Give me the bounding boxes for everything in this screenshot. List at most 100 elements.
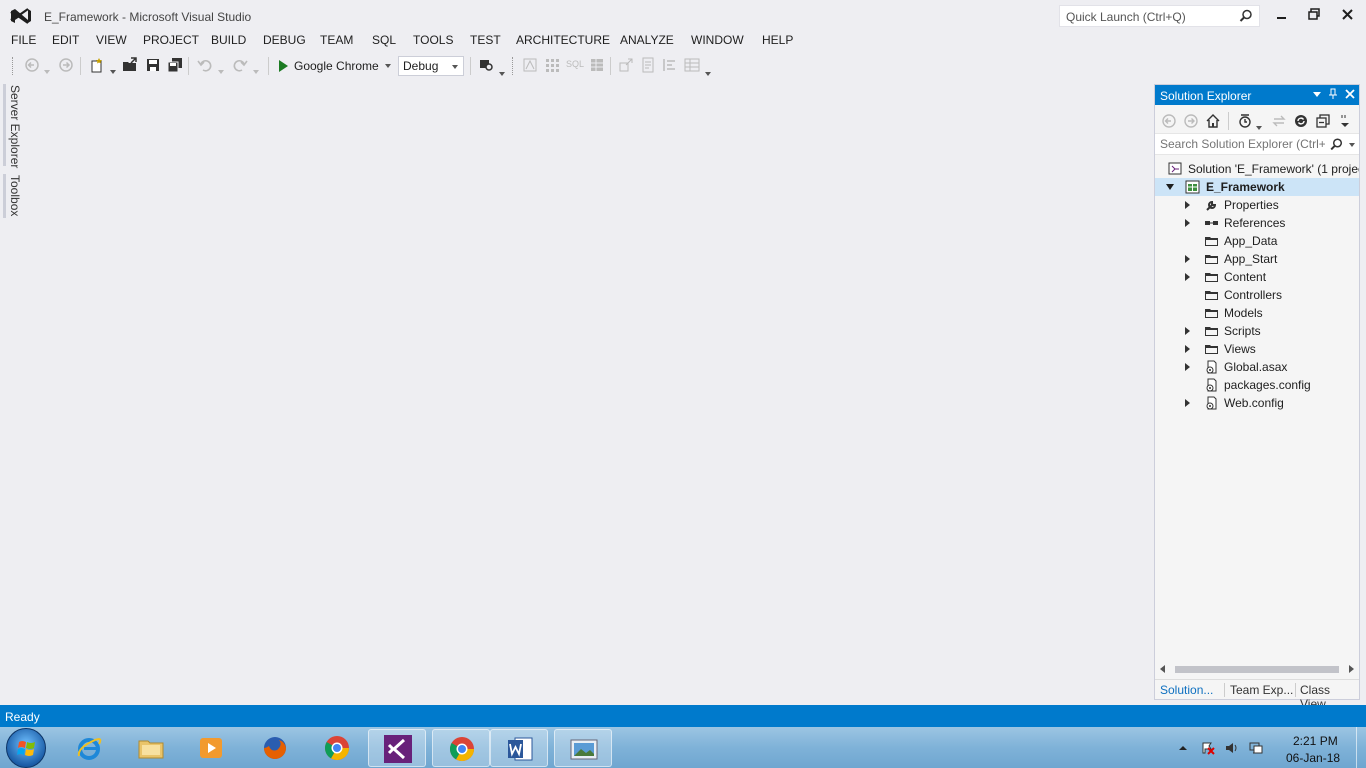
expand-arrow-icon[interactable]: [1185, 363, 1190, 371]
solution-configuration-select[interactable]: Debug: [398, 56, 464, 76]
menu-window[interactable]: WINDOW: [691, 33, 744, 47]
toolbar-grip[interactable]: [12, 57, 16, 75]
menu-project[interactable]: PROJECT: [143, 33, 199, 47]
forward-icon[interactable]: [1183, 113, 1199, 129]
taskbar-visual-studio[interactable]: [368, 729, 426, 767]
tree-item-web-config[interactable]: Web.config: [1155, 394, 1359, 412]
minimize-button[interactable]: [1272, 6, 1292, 24]
undo-icon[interactable]: [197, 57, 213, 73]
schema-compare-icon[interactable]: [522, 57, 538, 73]
auto-hide-pin-button[interactable]: [1326, 88, 1340, 102]
chevron-down-icon[interactable]: [253, 63, 269, 79]
menu-help[interactable]: HELP: [762, 33, 793, 47]
chevron-down-icon[interactable]: [384, 64, 391, 68]
expand-arrow-icon[interactable]: [1185, 399, 1190, 407]
menu-debug[interactable]: DEBUG: [263, 33, 306, 47]
chevron-down-icon[interactable]: [1349, 143, 1355, 147]
open-file-icon[interactable]: [122, 57, 138, 73]
menu-tools[interactable]: TOOLS: [413, 33, 453, 47]
taskbar-chrome-active[interactable]: [432, 729, 490, 767]
tree-item-properties[interactable]: Properties: [1155, 196, 1359, 214]
tree-item-controllers[interactable]: Controllers: [1155, 286, 1359, 304]
volume-icon[interactable]: [1225, 741, 1239, 755]
menu-build[interactable]: BUILD: [211, 33, 246, 47]
table-designer-icon[interactable]: [589, 57, 605, 73]
expand-arrow-icon[interactable]: [1185, 327, 1190, 335]
taskbar-firefox[interactable]: [246, 729, 304, 767]
tree-item-scripts[interactable]: Scripts: [1155, 322, 1359, 340]
taskbar-file-explorer[interactable]: [122, 729, 180, 767]
quick-launch-search[interactable]: Quick Launch (Ctrl+Q): [1059, 5, 1260, 27]
toolbar-overflow-icon[interactable]: [1339, 113, 1351, 129]
menu-sql[interactable]: SQL: [372, 33, 396, 47]
navigate-forward-icon[interactable]: [58, 57, 74, 73]
expand-arrow-icon[interactable]: [1185, 255, 1190, 263]
horizontal-scrollbar[interactable]: [1159, 662, 1355, 676]
menu-analyze[interactable]: ANALYZE: [620, 33, 674, 47]
tree-item-app-start[interactable]: App_Start: [1155, 250, 1359, 268]
scrollbar-thumb[interactable]: [1175, 666, 1339, 673]
navigate-back-icon[interactable]: [24, 57, 40, 73]
taskbar-media-player[interactable]: [182, 729, 240, 767]
taskbar-word[interactable]: [490, 729, 548, 767]
scroll-right-icon[interactable]: [1347, 664, 1355, 674]
taskbar-chrome[interactable]: [308, 729, 366, 767]
window-position-dropdown[interactable]: [1310, 88, 1324, 102]
tab-toolbox[interactable]: Toolbox: [8, 175, 22, 216]
tree-item-packages-config[interactable]: packages.config: [1155, 376, 1359, 394]
expand-arrow-icon[interactable]: [1185, 273, 1190, 281]
pending-changes-filter-icon[interactable]: [1237, 113, 1253, 129]
menu-test[interactable]: TEST: [470, 33, 501, 47]
menu-architecture[interactable]: ARCHITECTURE: [516, 33, 610, 47]
tab-solution-explorer[interactable]: Solution...: [1160, 683, 1213, 697]
action-center-icon[interactable]: [1201, 741, 1215, 755]
show-desktop-button[interactable]: [1356, 727, 1366, 768]
tree-item-references[interactable]: References: [1155, 214, 1359, 232]
taskbar-photo-viewer[interactable]: [554, 729, 612, 767]
chevron-down-icon[interactable]: [705, 65, 721, 81]
toolbar-grip[interactable]: [512, 57, 516, 75]
align-icon[interactable]: [662, 57, 678, 73]
back-icon[interactable]: [1161, 113, 1177, 129]
restore-button[interactable]: [1305, 6, 1325, 24]
menu-team[interactable]: TEAM: [320, 33, 353, 47]
find-in-files-icon[interactable]: [478, 57, 494, 73]
network-icon[interactable]: [1249, 741, 1263, 755]
start-debugging-button[interactable]: Google Chrome: [274, 56, 391, 76]
close-panel-button[interactable]: [1343, 88, 1357, 102]
expand-arrow-icon[interactable]: [1185, 201, 1190, 209]
solution-explorer-search[interactable]: [1155, 133, 1359, 155]
tree-item-global-asax[interactable]: Global.asax: [1155, 358, 1359, 376]
sync-with-active-document-icon[interactable]: [1271, 113, 1287, 129]
close-button[interactable]: [1338, 6, 1358, 24]
table-layout-icon[interactable]: [684, 57, 700, 73]
menu-file[interactable]: FILE: [11, 33, 36, 47]
menu-view[interactable]: VIEW: [96, 33, 127, 47]
scroll-left-icon[interactable]: [1159, 664, 1167, 674]
save-icon[interactable]: [145, 57, 161, 73]
tab-team-explorer[interactable]: Team Exp...: [1230, 683, 1293, 697]
data-grid-icon[interactable]: [544, 57, 560, 73]
collapse-arrow-icon[interactable]: [1166, 184, 1174, 190]
search-input[interactable]: [1155, 134, 1325, 154]
tree-item-content[interactable]: Content: [1155, 268, 1359, 286]
menu-edit[interactable]: EDIT: [52, 33, 79, 47]
show-hidden-icons-icon[interactable]: [1178, 743, 1188, 753]
publish-icon[interactable]: [618, 57, 634, 73]
tree-item-views[interactable]: Views: [1155, 340, 1359, 358]
taskbar-internet-explorer[interactable]: [60, 729, 118, 767]
start-button[interactable]: [6, 728, 46, 768]
tree-item-app-data[interactable]: App_Data: [1155, 232, 1359, 250]
new-project-icon[interactable]: [89, 57, 105, 73]
clock-date[interactable]: 06-Jan-18: [1286, 751, 1340, 765]
sql-script-icon[interactable]: [640, 57, 656, 73]
tree-solution-node[interactable]: Solution 'E_Framework' (1 projec: [1155, 160, 1359, 178]
collapse-all-icon[interactable]: [1315, 113, 1331, 129]
sql-query-icon[interactable]: SQL: [566, 59, 588, 75]
expand-arrow-icon[interactable]: [1185, 345, 1190, 353]
redo-icon[interactable]: [232, 57, 248, 73]
home-icon[interactable]: [1205, 113, 1221, 129]
clock-time[interactable]: 2:21 PM: [1293, 734, 1338, 748]
refresh-icon[interactable]: [1293, 113, 1309, 129]
tree-project-node[interactable]: E_Framework: [1155, 178, 1359, 196]
